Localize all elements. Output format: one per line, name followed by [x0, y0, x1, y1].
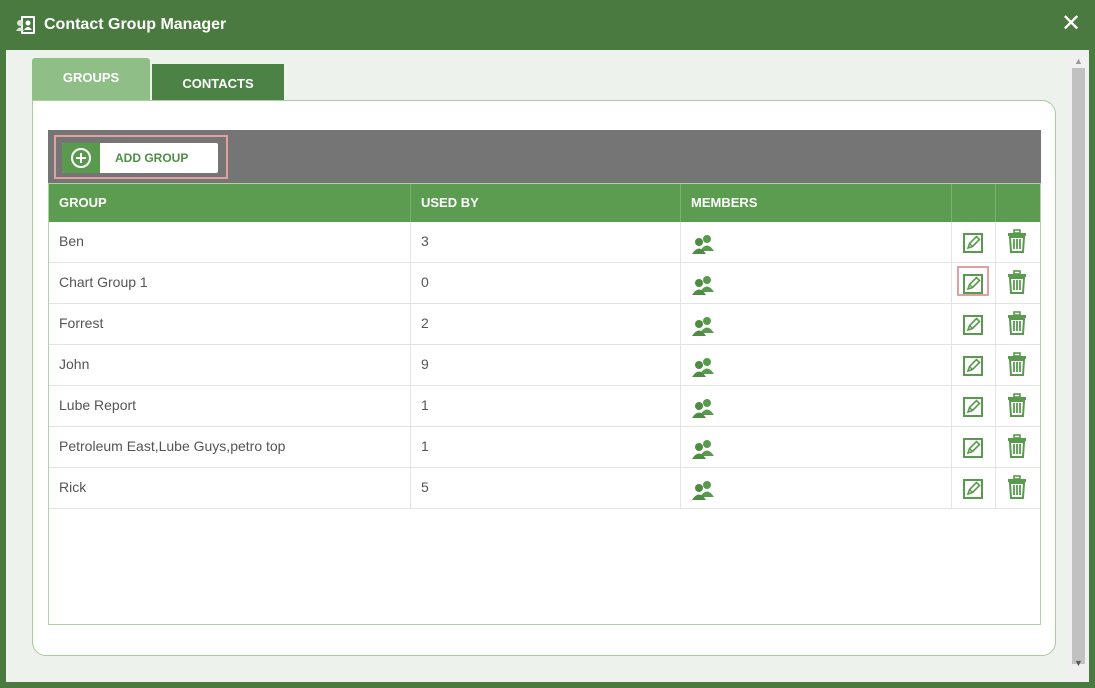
- used-by-cell: 2: [411, 304, 681, 344]
- edit-cell: [952, 263, 996, 303]
- column-header-members[interactable]: MEMBERS: [681, 184, 952, 222]
- members-icon[interactable]: [691, 312, 715, 336]
- table-row[interactable]: Ben 3: [49, 222, 1040, 263]
- edit-cell: [952, 468, 996, 508]
- members-cell: [681, 345, 952, 385]
- trash-icon[interactable]: [1006, 393, 1028, 417]
- members-icon[interactable]: [691, 230, 715, 254]
- contacts-book-icon: [16, 16, 35, 34]
- group-name-cell: Ben: [49, 222, 411, 262]
- edit-cell: [952, 427, 996, 467]
- members-cell: [681, 304, 952, 344]
- group-name-cell: Chart Group 1: [49, 263, 411, 303]
- trash-icon[interactable]: [1006, 352, 1028, 376]
- used-by-cell: 1: [411, 386, 681, 426]
- members-cell: [681, 386, 952, 426]
- used-by-cell: 9: [411, 345, 681, 385]
- add-group-button[interactable]: ADD GROUP: [62, 143, 218, 173]
- close-button[interactable]: ✕: [1059, 12, 1083, 36]
- delete-cell: [996, 263, 1040, 303]
- group-name-cell: Forrest: [49, 304, 411, 344]
- add-group-label: ADD GROUP: [115, 151, 189, 165]
- trash-icon[interactable]: [1006, 229, 1028, 253]
- members-cell: [681, 222, 952, 262]
- edit-icon[interactable]: [962, 394, 984, 417]
- table-row[interactable]: John 9: [49, 345, 1040, 386]
- delete-cell: [996, 468, 1040, 508]
- used-by-cell: 5: [411, 468, 681, 508]
- members-icon[interactable]: [691, 271, 715, 295]
- members-cell: [681, 263, 952, 303]
- trash-icon[interactable]: [1006, 434, 1028, 458]
- members-icon[interactable]: [691, 353, 715, 377]
- column-header-group[interactable]: GROUP: [49, 184, 411, 222]
- members-icon[interactable]: [691, 394, 715, 418]
- window-title: Contact Group Manager: [44, 16, 227, 33]
- delete-cell: [996, 304, 1040, 344]
- used-by-cell: 0: [411, 263, 681, 303]
- delete-cell: [996, 222, 1040, 262]
- trash-icon[interactable]: [1006, 475, 1028, 499]
- delete-cell: [996, 345, 1040, 385]
- add-icon-box: [62, 143, 100, 173]
- trash-icon[interactable]: [1006, 270, 1028, 294]
- delete-cell: [996, 427, 1040, 467]
- edit-icon[interactable]: [962, 476, 984, 499]
- column-header-delete: [996, 184, 1040, 222]
- edit-cell: [952, 345, 996, 385]
- column-header-edit: [952, 184, 996, 222]
- edit-cell: [952, 386, 996, 426]
- edit-icon[interactable]: [962, 353, 984, 376]
- used-by-cell: 3: [411, 222, 681, 262]
- members-cell: [681, 468, 952, 508]
- group-name-cell: John: [49, 345, 411, 385]
- trash-icon[interactable]: [1006, 311, 1028, 335]
- edit-icon[interactable]: [962, 230, 984, 253]
- column-header-used-by[interactable]: USED BY: [411, 184, 681, 222]
- table-row[interactable]: Chart Group 10: [49, 263, 1040, 304]
- edit-icon[interactable]: [962, 435, 984, 458]
- delete-cell: [996, 386, 1040, 426]
- edit-cell: [952, 222, 996, 262]
- scroll-thumb[interactable]: [1072, 68, 1085, 664]
- table-row[interactable]: Lube Report 1: [49, 386, 1040, 427]
- members-icon[interactable]: [691, 476, 715, 500]
- edit-icon[interactable]: [962, 312, 984, 335]
- vertical-scrollbar[interactable]: ▲ ▼: [1068, 50, 1089, 682]
- scroll-up-icon[interactable]: ▲: [1068, 56, 1089, 66]
- table-row[interactable]: Forrest 2: [49, 304, 1040, 345]
- contact-group-manager-window: Contact Group Manager ✕ ▲ ▼ GROUPS CONTA…: [0, 0, 1095, 688]
- group-name-cell: Lube Report: [49, 386, 411, 426]
- group-name-cell: Petroleum East,Lube Guys,petro top: [49, 427, 411, 467]
- title-bar: Contact Group Manager ✕: [0, 0, 1095, 50]
- members-icon[interactable]: [691, 435, 715, 459]
- scroll-down-icon[interactable]: ▼: [1068, 656, 1089, 670]
- groups-table: GROUP USED BY MEMBERS Ben 3 Chart Group 10…: [48, 183, 1041, 625]
- used-by-cell: 1: [411, 427, 681, 467]
- tab-contacts[interactable]: CONTACTS: [152, 64, 284, 100]
- plus-circle-icon: [71, 148, 91, 168]
- window-bottom-border: [6, 682, 1089, 688]
- edit-cell: [952, 304, 996, 344]
- edit-icon[interactable]: [962, 271, 984, 294]
- table-row[interactable]: Petroleum East,Lube Guys,petro top 1: [49, 427, 1040, 468]
- group-name-cell: Rick: [49, 468, 411, 508]
- table-row[interactable]: Rick 5: [49, 468, 1040, 509]
- tab-groups[interactable]: GROUPS: [32, 58, 150, 100]
- table-header: GROUP USED BY MEMBERS: [49, 184, 1040, 222]
- members-cell: [681, 427, 952, 467]
